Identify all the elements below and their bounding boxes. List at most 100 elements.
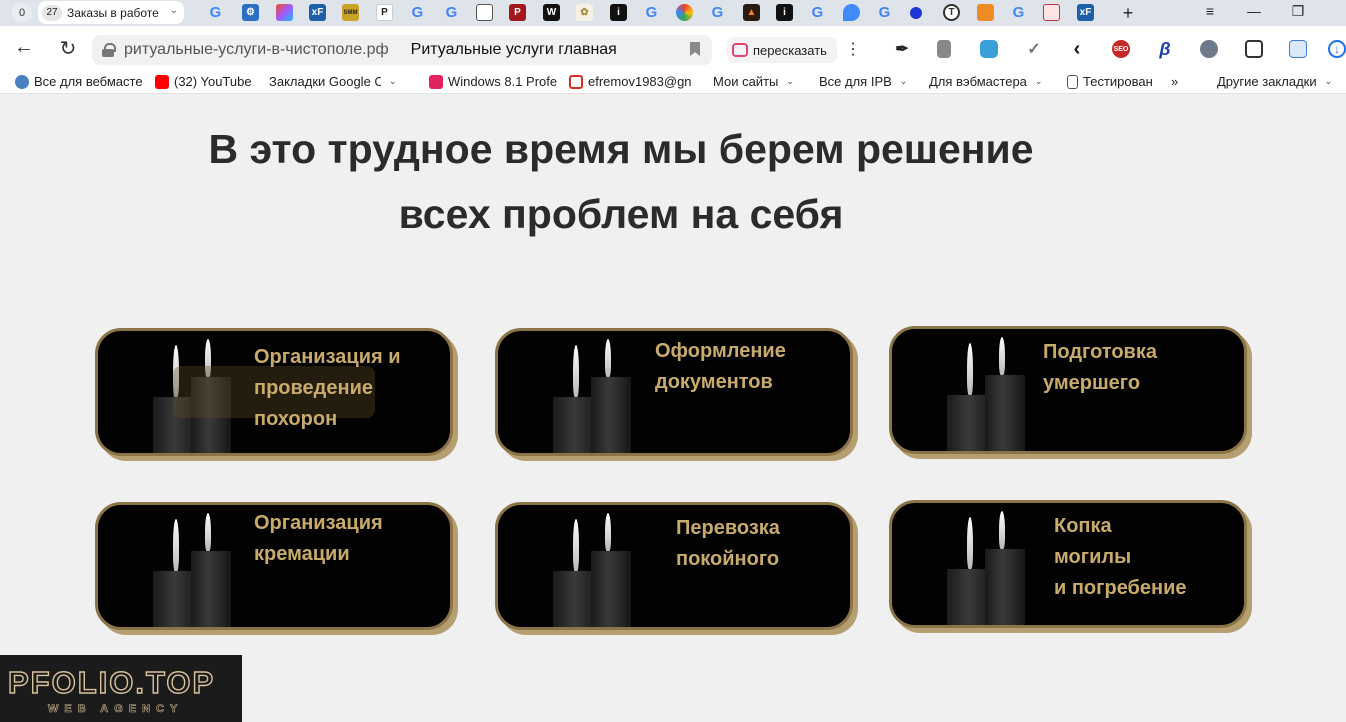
service-title[interactable]: Подготовка умершего [1043,337,1157,399]
minimize-button[interactable]: — [1244,3,1264,19]
google-tab-icon[interactable]: G [876,4,893,21]
chevron-down-icon[interactable]: ⌄ [170,5,178,16]
service-card[interactable]: Организация кремации [95,502,453,630]
info-tab-icon[interactable]: i [610,4,627,21]
puzzle-icon[interactable] [1245,40,1263,58]
restore-button[interactable]: ❐ [1288,3,1308,20]
google-tab-icon[interactable]: G [443,4,460,21]
service-card[interactable]: Организация и проведение похорон [95,328,453,456]
seo-icon[interactable]: SEO [1112,40,1130,58]
bookmark-label: Для вэбмастера [929,74,1027,89]
bookmark-label: Мои сайты [713,74,779,89]
address-bar[interactable]: ритуальные-услуги-в-чистополе.рф Ритуаль… [92,35,712,65]
google-tab-icon[interactable]: G [709,4,726,21]
headline-line-2: всех проблем на себя [398,191,844,237]
fire-tab-icon[interactable]: ▲ [743,4,760,21]
service-title[interactable]: Копка могилы и погребение [1054,511,1187,604]
page-headline: В это трудное время мы берем решение все… [160,117,1082,247]
p-tab-icon[interactable]: P [376,4,393,21]
tool-icon[interactable] [980,40,998,58]
gear-icon [15,74,29,89]
train-tab-icon[interactable] [1043,4,1060,21]
chevron-down-icon: ⌄ [1324,76,1333,86]
retell-label: пересказать [753,42,827,58]
bookmark-label: Все для вебмасте [34,74,143,89]
watermark-logo: PFOLIO.TOP WEB AGENCY [0,655,242,722]
bookmark-item[interactable]: Windows 8.1 Profe [429,74,557,89]
figma-tab-icon[interactable] [276,4,293,21]
candles-image [947,503,1027,625]
w-tab-icon[interactable]: W [543,4,560,21]
bookmarks-bar: Все для вебмасте (32) YouTube Закладки G… [0,70,1346,94]
google-tab-icon[interactable]: G [643,4,660,21]
navigation-bar: ← ↻ ритуальные-услуги-в-чистополе.рф Рит… [0,26,1346,70]
bookmark-item[interactable]: Тестирован [1067,74,1157,89]
bookmark-tab-icon[interactable] [977,4,994,21]
service-title[interactable]: Перевозка покойного [676,513,780,575]
reload-icon[interactable]: ↻ [56,36,80,61]
page-title: Ритуальные услуги главная [410,41,617,58]
arrow-left-icon[interactable]: ‹ [1068,38,1086,60]
chevron-down-icon: ⌄ [1034,76,1043,86]
tab-group-counter[interactable]: 0 [12,3,32,22]
service-card[interactable]: Подготовка умершего [889,326,1247,454]
p-red-tab-icon[interactable]: P [509,4,526,21]
smm-tab-icon[interactable]: SMM [342,4,359,21]
url-text[interactable]: ритуальные-услуги-в-чистополе.рф [124,41,389,59]
download-icon[interactable]: ↓ [1328,40,1346,58]
bookmark-folder[interactable]: Все для IPB ⌄ [819,74,919,89]
more-bookmarks-button[interactable]: » [1171,74,1187,89]
check-icon[interactable]: ✓ [1025,40,1043,58]
retell-button[interactable]: пересказать [727,37,837,63]
service-card[interactable]: Перевозка покойного [495,502,853,630]
service-card[interactable]: Копка могилы и погребение [889,500,1247,628]
heart-tab-icon[interactable] [843,4,860,21]
service-title[interactable]: Организация и проведение похорон [254,342,401,435]
google-tab-icon[interactable]: G [1010,4,1027,21]
headline-line-1: В это трудное время мы берем решение [208,126,1034,172]
google-tab-icon[interactable]: G [409,4,426,21]
document-tab-icon[interactable] [476,4,493,21]
bookmark-icon[interactable] [690,42,700,56]
xf-tab-icon[interactable]: xF [309,4,326,21]
tab-active[interactable]: 27 Заказы в работе ⌄ [38,1,184,24]
bookmark-folder[interactable]: Закладки Google Ch ⌄ [269,74,415,89]
retell-icon [732,43,748,57]
panel-icon[interactable] [937,40,951,58]
service-card[interactable]: Оформление документов [495,328,853,456]
bookmark-label: Windows 8.1 Profe [448,74,557,89]
emblem-tab-icon[interactable]: ✿ [576,4,593,21]
service-title[interactable]: Оформление документов [655,336,786,398]
back-arrow-icon[interactable]: ← [12,36,36,59]
google-tab-icon[interactable]: G [809,4,826,21]
google-tab-icon[interactable]: G [207,4,224,21]
beta-icon[interactable]: β [1156,39,1174,59]
bookmark-item[interactable]: (32) YouTube [155,74,257,89]
dot-tab-icon[interactable] [910,7,922,19]
document-icon [1067,74,1078,89]
info-tab-icon[interactable]: i [776,4,793,21]
bookmark-folder[interactable]: Другие закладки ⌄ [1217,74,1341,89]
image-icon[interactable] [1289,40,1307,58]
bookmark-label: Все для IPB [819,74,892,89]
new-tab-button[interactable]: + [1118,3,1138,24]
service-title[interactable]: Организация кремации [254,508,383,570]
more-options-icon[interactable]: ⋮ [845,39,861,59]
xf-tab-icon[interactable]: xF [1077,4,1094,21]
menu-icon[interactable]: ≡ [1200,3,1220,19]
bookmark-folder[interactable]: Мои сайты ⌄ [713,74,809,89]
bookmark-item[interactable]: efremov1983@gn [569,74,697,89]
candles-image [553,331,633,453]
eyedropper-icon[interactable]: ✒ [893,40,911,58]
bookmark-folder[interactable]: Для вэбмастера ⌄ [929,74,1053,89]
candles-image [553,505,633,627]
tab-title: Заказы в работе [67,5,159,20]
face-icon[interactable] [1200,40,1218,58]
settings-tab-icon[interactable]: ⚙ [242,4,259,21]
bookmark-label: (32) YouTube [174,74,252,89]
lock-icon[interactable] [102,43,116,57]
t-tab-icon[interactable]: T [943,4,960,21]
bookmark-item[interactable]: Все для вебмасте [15,74,143,89]
circle-tab-icon[interactable] [676,4,693,21]
page-content: В это трудное время мы берем решение все… [0,95,1346,722]
